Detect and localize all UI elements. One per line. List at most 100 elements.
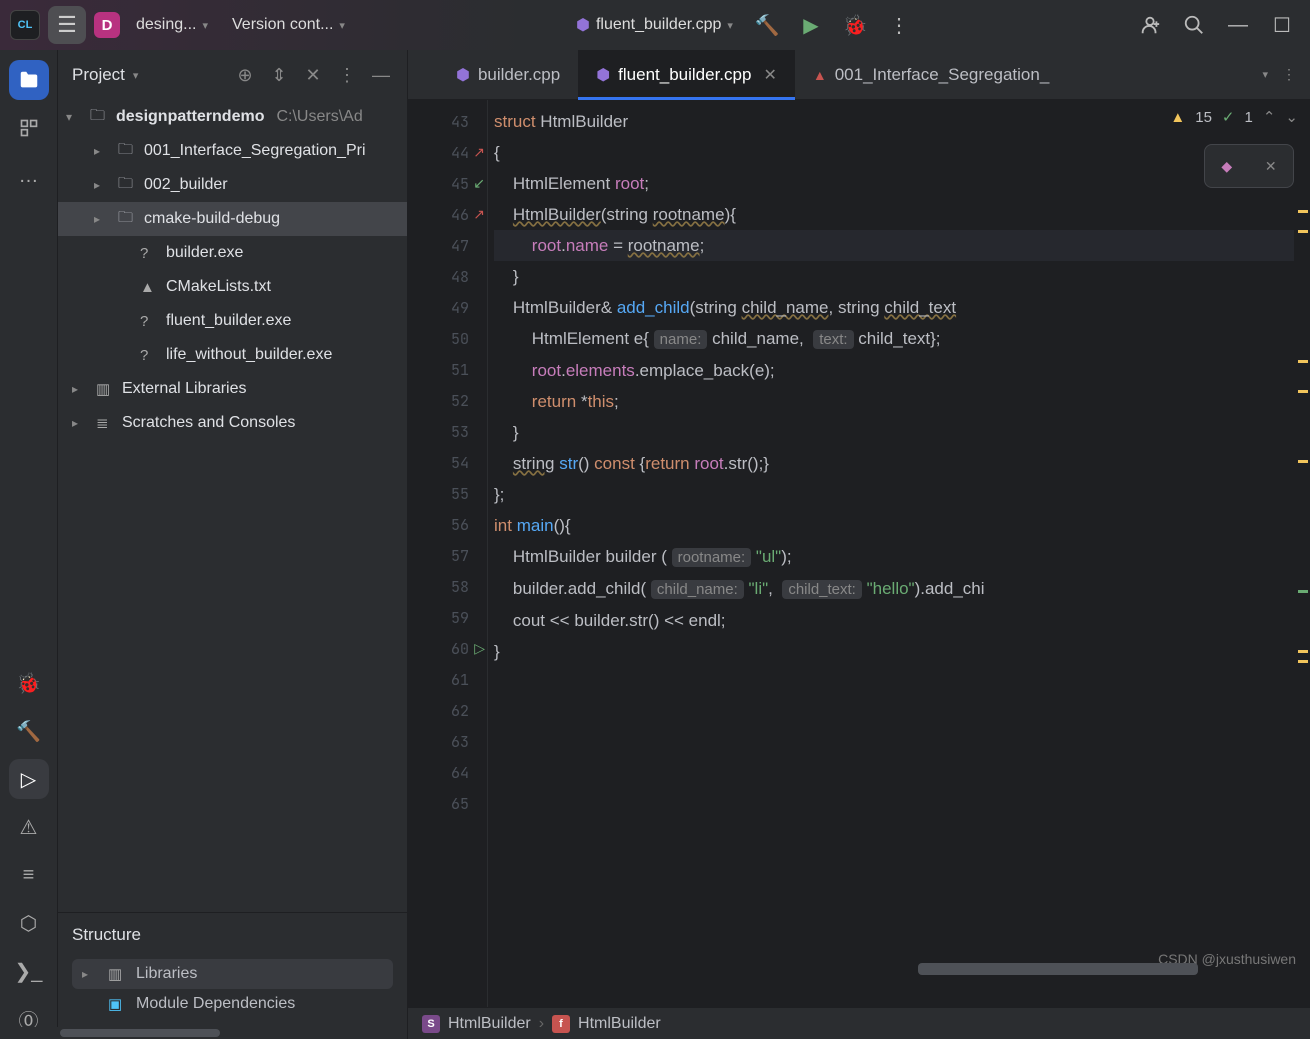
code-line[interactable]: HtmlBuilder& add_child(string child_name…: [494, 292, 1294, 323]
line-number[interactable]: 56: [408, 509, 487, 540]
marker-bar[interactable]: [1294, 100, 1310, 1007]
scratches-consoles[interactable]: ▸ ≣ Scratches and Consoles: [58, 406, 407, 440]
code-line[interactable]: }: [494, 417, 1294, 448]
inspections-widget[interactable]: ▲ 15 ✓ 1 ⌃ ⌄: [1170, 108, 1298, 126]
tabs-more-icon[interactable]: ⋮: [1282, 66, 1296, 83]
tree-item[interactable]: ?fluent_builder.exe: [58, 304, 407, 338]
vcs-dropdown[interactable]: Version cont... ▾: [224, 12, 353, 38]
search-button[interactable]: [1176, 7, 1212, 43]
editor-tab[interactable]: ⬢fluent_builder.cpp✕: [578, 50, 795, 100]
line-number[interactable]: 65: [408, 788, 487, 819]
code-line[interactable]: }: [494, 261, 1294, 292]
code-line[interactable]: string str() const {return root.str();}: [494, 448, 1294, 479]
main-menu-button[interactable]: ☰: [48, 6, 86, 44]
locate-icon[interactable]: ⊕: [233, 63, 257, 87]
chevron-right-icon[interactable]: ▸: [94, 144, 112, 158]
ai-assistant-popup[interactable]: ◆ ✕: [1204, 144, 1294, 188]
tree-item[interactable]: ▲CMakeLists.txt: [58, 270, 407, 304]
code-line[interactable]: }: [494, 636, 1294, 667]
line-number[interactable]: 61: [408, 664, 487, 695]
close-panel-icon[interactable]: ✕: [301, 63, 325, 87]
run-button[interactable]: ▶: [793, 7, 829, 43]
down-arrow-icon[interactable]: ⌄: [1285, 108, 1298, 126]
structure-module-deps[interactable]: ▸ ▣ Module Dependencies: [72, 989, 393, 1019]
line-number[interactable]: 57: [408, 540, 487, 571]
services-tool-button[interactable]: ⬡: [9, 903, 49, 943]
chevron-right-icon[interactable]: ▸: [72, 416, 90, 430]
code-line[interactable]: return *this;: [494, 386, 1294, 417]
code-line[interactable]: HtmlElement root;: [494, 168, 1294, 199]
code-line[interactable]: int main(){: [494, 510, 1294, 541]
line-number[interactable]: 62: [408, 695, 487, 726]
line-number[interactable]: 54: [408, 447, 487, 478]
line-number[interactable]: 64: [408, 757, 487, 788]
run-tool-button[interactable]: ▷: [9, 759, 49, 799]
code-content[interactable]: struct HtmlBuilder{ HtmlElement root; Ht…: [488, 100, 1294, 1007]
line-number[interactable]: 59: [408, 602, 487, 633]
code-line[interactable]: HtmlBuilder(string rootname){: [494, 199, 1294, 230]
editor-tab[interactable]: ⬢builder.cpp: [438, 50, 578, 100]
external-libraries[interactable]: ▸ ▥ External Libraries: [58, 372, 407, 406]
tree-item[interactable]: ▸🗀001_Interface_Segregation_Pri: [58, 134, 407, 168]
code-line[interactable]: cout << builder.str() << endl;: [494, 605, 1294, 636]
chevron-down-icon[interactable]: ▾: [66, 110, 84, 124]
line-number[interactable]: 46↗: [408, 199, 487, 230]
chevron-right-icon[interactable]: ▸: [94, 178, 112, 192]
code-line[interactable]: HtmlElement e{ name: child_name, text: c…: [494, 323, 1294, 355]
run-config-dropdown[interactable]: ⬢ fluent_builder.cpp ▾: [568, 11, 741, 39]
build-tool-button[interactable]: 🔨: [9, 711, 49, 751]
code-line[interactable]: {: [494, 137, 1294, 168]
tree-item[interactable]: ▸🗀cmake-build-debug: [58, 202, 407, 236]
line-number[interactable]: 58: [408, 571, 487, 602]
more-actions-button[interactable]: ⋮: [881, 7, 917, 43]
breadcrumb-struct[interactable]: HtmlBuilder: [448, 1015, 531, 1033]
line-number[interactable]: 50: [408, 323, 487, 354]
project-dropdown[interactable]: desing... ▾: [128, 12, 216, 38]
project-tool-button[interactable]: [9, 60, 49, 100]
line-number[interactable]: 49: [408, 292, 487, 323]
maximize-button[interactable]: ☐: [1264, 7, 1300, 43]
breadcrumb-bar[interactable]: S HtmlBuilder › f HtmlBuilder: [408, 1007, 1310, 1039]
code-line[interactable]: };: [494, 479, 1294, 510]
todo-tool-button[interactable]: ≡: [9, 855, 49, 895]
more-tools-button[interactable]: …: [9, 156, 49, 196]
structure-libraries[interactable]: ▸ ▥ Libraries: [72, 959, 393, 989]
code-line[interactable]: builder.add_child( child_name: "li", chi…: [494, 573, 1294, 605]
chevron-right-icon[interactable]: ▸: [82, 967, 100, 981]
line-gutter[interactable]: 4344↗45↙46↗4748495051525354555657585960▷…: [408, 100, 488, 1007]
minimize-button[interactable]: —: [1220, 7, 1256, 43]
tree-item[interactable]: ?life_without_builder.exe: [58, 338, 407, 372]
up-arrow-icon[interactable]: ⌃: [1263, 108, 1276, 126]
tree-item[interactable]: ▸🗀002_builder: [58, 168, 407, 202]
code-editor[interactable]: ▲ 15 ✓ 1 ⌃ ⌄ ◆ ✕ 4344↗45↙46↗474849505152…: [408, 100, 1310, 1007]
line-number[interactable]: 53: [408, 416, 487, 447]
tab-chevron-down-icon[interactable]: ▾: [1262, 68, 1268, 81]
close-tab-icon[interactable]: ✕: [763, 65, 776, 85]
line-number[interactable]: 43: [408, 106, 487, 137]
line-number[interactable]: 44↗: [408, 137, 487, 168]
line-number[interactable]: 52: [408, 385, 487, 416]
line-number[interactable]: 60▷: [408, 633, 487, 664]
terminal-tool-button[interactable]: ❯_: [9, 951, 49, 991]
line-number[interactable]: 55: [408, 478, 487, 509]
code-line[interactable]: root.name = rootname;: [494, 230, 1294, 261]
hide-panel-icon[interactable]: —: [369, 63, 393, 87]
chevron-right-icon[interactable]: ▸: [72, 382, 90, 396]
structure-tool-button[interactable]: [9, 108, 49, 148]
debug-button[interactable]: 🐞: [837, 7, 873, 43]
chevron-right-icon[interactable]: ▸: [94, 212, 112, 226]
tree-item[interactable]: ?builder.exe: [58, 236, 407, 270]
code-with-me-button[interactable]: [1132, 7, 1168, 43]
problems-tool-button[interactable]: ⚠: [9, 807, 49, 847]
line-number[interactable]: 47: [408, 230, 487, 261]
line-number[interactable]: 48: [408, 261, 487, 292]
breadcrumb-function[interactable]: HtmlBuilder: [578, 1015, 661, 1033]
line-number[interactable]: 45↙: [408, 168, 487, 199]
code-line[interactable]: HtmlBuilder builder ( rootname: "ul");: [494, 541, 1294, 573]
panel-options-icon[interactable]: ⋮: [335, 63, 359, 87]
build-button[interactable]: 🔨: [749, 7, 785, 43]
editor-tab[interactable]: ▲001_Interface_Segregation_: [795, 50, 1067, 100]
chevron-down-icon[interactable]: ▾: [133, 69, 139, 82]
code-line[interactable]: root.elements.emplace_back(e);: [494, 355, 1294, 386]
expand-all-icon[interactable]: ⇕: [267, 63, 291, 87]
